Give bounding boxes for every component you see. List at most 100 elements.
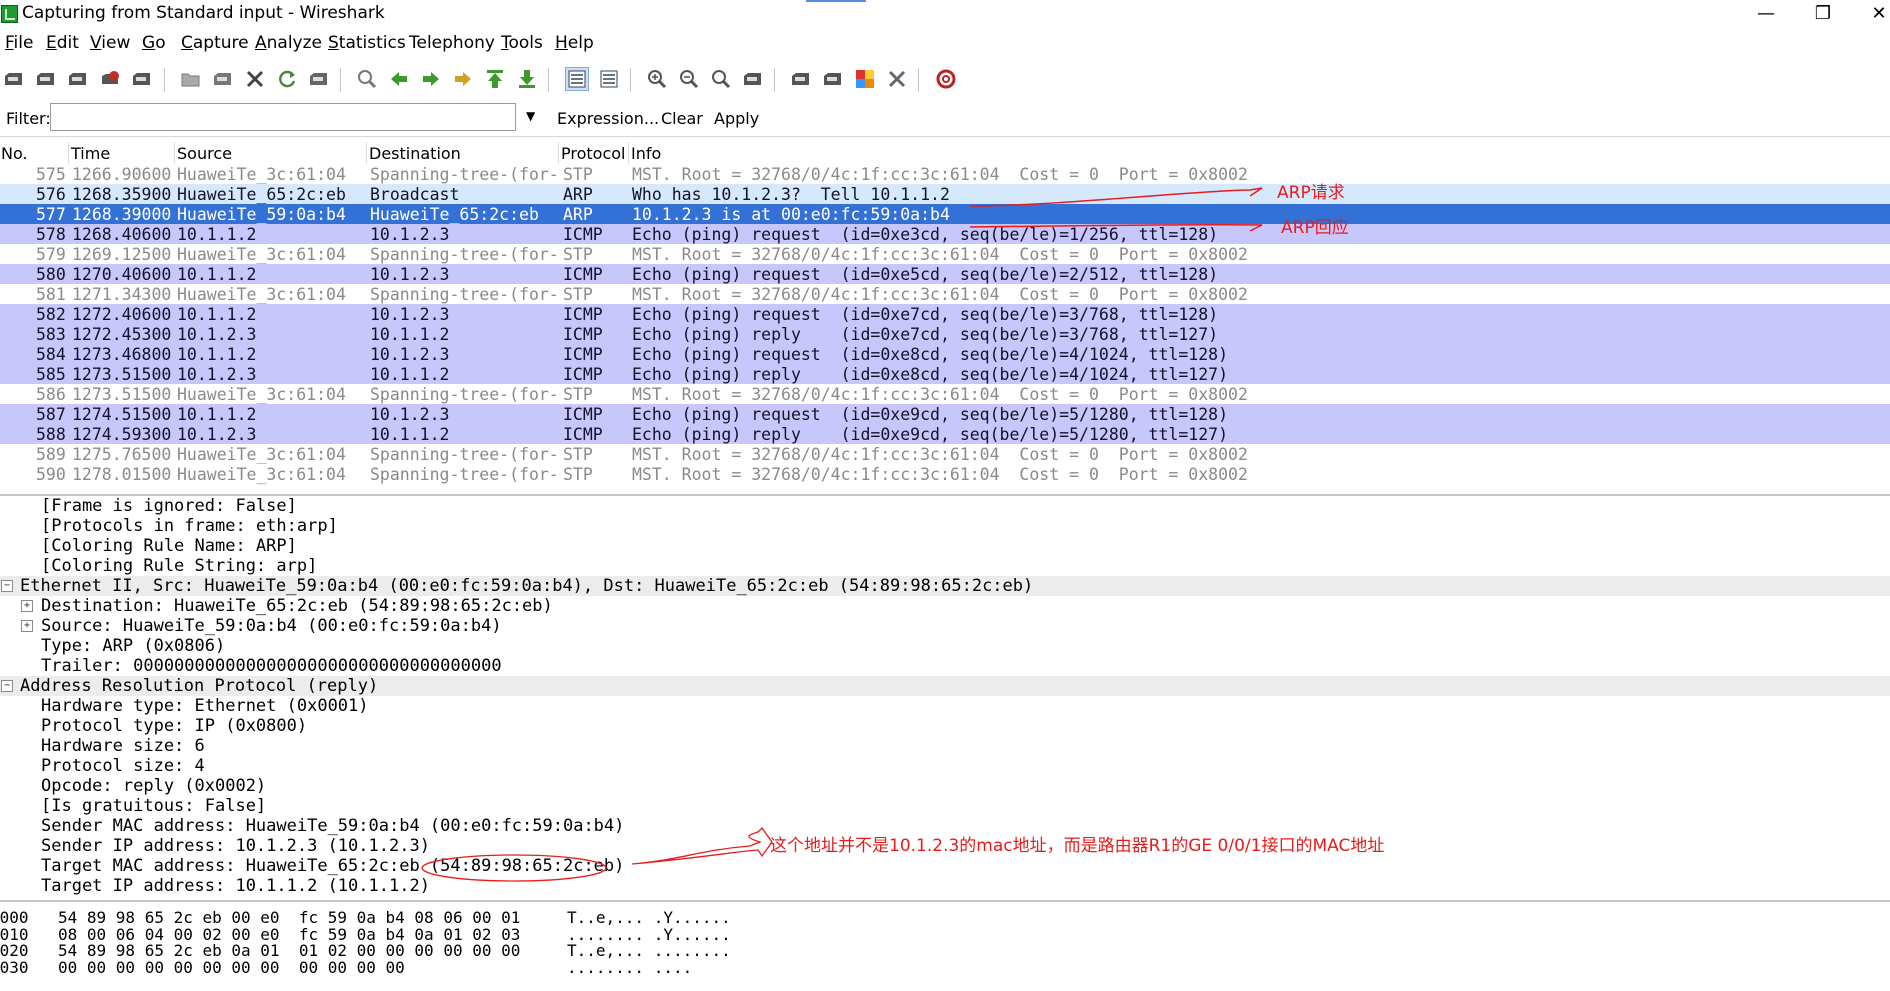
menu-analyze[interactable]: Analyze [255,33,322,53]
menu-edit[interactable]: Edit [46,33,79,53]
apply-filter-button[interactable]: Apply [714,109,759,128]
minimize-button[interactable]: — [1743,0,1789,28]
interfaces-icon[interactable] [3,68,25,90]
packet-bytes-pane[interactable]: 000054 89 98 65 2c eb 00 e0 fc 59 0a b4 … [0,908,1890,991]
column-separator[interactable] [628,142,629,164]
packet-row[interactable]: 589 1275.76500 HuaweiTe_3c:61:04 Spanning-t… [0,444,1890,464]
last-packet-icon[interactable] [516,68,538,90]
packet-row[interactable]: 576 1268.35900 HuaweiTe_65:2c:eb Broadcast A… [0,184,1890,204]
open-file-icon[interactable] [180,68,202,90]
close-window-button[interactable]: ✕ [1856,0,1890,28]
expand-icon[interactable]: + [21,600,33,612]
pane-splitter-bottom[interactable] [0,900,1890,902]
menu-telephony[interactable]: Telephony [409,33,495,53]
hex-dump-line[interactable]: 001008 00 06 04 00 02 00 e0 fc 59 0a b4 … [0,925,1890,944]
detail-section-row[interactable]: − Ethernet II, Src: HuaweiTe_59:0a:b4 (00… [0,576,1890,596]
column-header-info[interactable]: Info [631,144,661,164]
display-filters-icon[interactable] [822,68,844,90]
hex-dump-line[interactable]: 0030 00 00 00 00 00 00 00 00 00 00 00 00.… [0,958,1890,977]
resize-columns-icon[interactable] [742,68,764,90]
detail-field-row[interactable]: Target MAC address: HuaweiTe_65:2c:eb (5… [0,856,1890,876]
close-file-icon[interactable] [244,68,266,90]
restart-capture-icon[interactable] [131,68,153,90]
maximize-button[interactable]: ❐ [1800,0,1846,28]
packet-row[interactable]: 586 1273.51500 HuaweiTe_3c:61:04 Spanning-t… [0,384,1890,404]
options-icon[interactable] [35,68,57,90]
packet-row[interactable]: 590 1278.01500 HuaweiTe_3c:61:04 Spanning-t… [0,464,1890,484]
detail-field-row[interactable]: Type: ARP (0x0806) [0,636,1890,656]
detail-field-row[interactable]: Target IP address: 10.1.1.2 (10.1.1.2) [0,876,1890,896]
menu-statistics[interactable]: Statistics [328,33,406,53]
column-separator[interactable] [366,142,367,164]
detail-field-row[interactable]: Opcode: reply (0x0002) [0,776,1890,796]
detail-field-row[interactable]: Protocol type: IP (0x0800) [0,716,1890,736]
autoscroll-icon[interactable] [598,68,620,90]
packet-row[interactable]: 584 1273.46800 10.1.1.2 10.1.2.3 ICMP Echo (p… [0,344,1890,364]
packet-row[interactable]: 585 1273.51500 10.1.2.3 10.1.1.2 ICMP Echo (p… [0,364,1890,384]
find-icon[interactable] [356,68,378,90]
packet-list-pane[interactable]: 5741265.77000HuaweiTe_3c:61:04Spanning-t… [0,142,1890,494]
column-header-time[interactable]: Time [71,144,110,164]
column-separator[interactable] [174,142,175,164]
start-capture-icon[interactable] [67,68,89,90]
packet-row[interactable]: 578 1268.40600 10.1.1.2 10.1.2.3 ICMP Echo (p… [0,224,1890,244]
menu-capture[interactable]: Capture [181,33,249,53]
detail-field-row[interactable]: [Is gratuitous: False] [0,796,1890,816]
hex-dump-line[interactable]: 000054 89 98 65 2c eb 00 e0 fc 59 0a b4 … [0,908,1890,927]
help-icon[interactable] [935,68,957,90]
display-filter-input[interactable] [50,103,516,131]
packet-row[interactable]: 580 1270.40600 10.1.1.2 10.1.2.3 ICMP Echo (p… [0,264,1890,284]
menu-view[interactable]: View [90,33,130,53]
column-header-source[interactable]: Source [177,144,232,164]
clear-filter-button[interactable]: Clear [661,109,703,128]
menu-tools[interactable]: Tools [501,33,543,53]
colorize-icon[interactable] [565,67,589,91]
capture-filters-icon[interactable] [790,68,812,90]
save-file-icon[interactable] [212,68,234,90]
filter-history-dropdown[interactable]: ▼ [526,109,535,123]
print-icon[interactable] [308,68,330,90]
packet-row[interactable]: 579 1269.12500 HuaweiTe_3c:61:04 Spanning-t… [0,244,1890,264]
packet-row[interactable]: 581 1271.34300 HuaweiTe_3c:61:04 Spanning-t… [0,284,1890,304]
detail-field-row[interactable]: Trailer: 0000000000000000000000000000000… [0,656,1890,676]
detail-field-row[interactable]: Protocol size: 4 [0,756,1890,776]
preferences-icon[interactable] [886,68,908,90]
detail-field-row[interactable]: + Source: HuaweiTe_59:0a:b4 (00:e0:fc:59:… [0,616,1890,636]
stop-capture-icon[interactable] [99,68,121,90]
detail-field-row[interactable]: + Destination: HuaweiTe_65:2c:eb (54:89:9… [0,596,1890,616]
coloring-rules-icon[interactable] [854,68,876,90]
detail-section-row[interactable]: − Address Resolution Protocol (reply) [0,676,1890,696]
detail-field-row[interactable]: [Protocols in frame: eth:arp] [0,516,1890,536]
expression-button[interactable]: Expression... [557,109,659,128]
menu-file[interactable]: File [5,33,33,53]
packet-row[interactable]: 587 1274.51500 10.1.1.2 10.1.2.3 ICMP Echo (p… [0,404,1890,424]
zoom-in-icon[interactable] [646,68,668,90]
column-separator[interactable] [558,142,559,164]
packet-row[interactable]: 582 1272.40600 10.1.1.2 10.1.2.3 ICMP Echo (p… [0,304,1890,324]
normal-size-icon[interactable] [710,68,732,90]
reload-icon[interactable] [276,68,298,90]
forward-icon[interactable] [420,68,442,90]
column-header-protocol[interactable]: Protocol [561,144,625,164]
detail-field-row[interactable]: [Coloring Rule String: arp] [0,556,1890,576]
column-header-no[interactable]: No. [1,144,28,164]
packet-row[interactable]: 588 1274.59300 10.1.2.3 10.1.1.2 ICMP Echo (p… [0,424,1890,444]
menu-go[interactable]: Go [142,33,166,53]
first-packet-icon[interactable] [484,68,506,90]
detail-field-row[interactable]: Hardware size: 6 [0,736,1890,756]
collapse-icon[interactable]: − [1,680,13,692]
column-header-destination[interactable]: Destination [369,144,461,164]
expand-icon[interactable]: + [21,620,33,632]
goto-icon[interactable] [452,68,474,90]
detail-field-row[interactable]: Hardware type: Ethernet (0x0001) [0,696,1890,716]
back-icon[interactable] [388,68,410,90]
packet-row[interactable]: 575 1266.90600 HuaweiTe_3c:61:04 Spanning-t… [0,164,1890,184]
collapse-icon[interactable]: − [1,580,13,592]
detail-field-row[interactable]: [Coloring Rule Name: ARP] [0,536,1890,556]
column-separator[interactable] [68,142,69,164]
packet-row[interactable]: 583 1272.45300 10.1.2.3 10.1.1.2 ICMP Echo (p… [0,324,1890,344]
zoom-out-icon[interactable] [678,68,700,90]
packet-row[interactable]: 577 1268.39000 HuaweiTe_59:0a:b4 HuaweiTe_6… [0,204,1890,224]
menu-help[interactable]: Help [555,33,594,53]
detail-field-row[interactable]: [Frame is ignored: False] [0,496,1890,516]
